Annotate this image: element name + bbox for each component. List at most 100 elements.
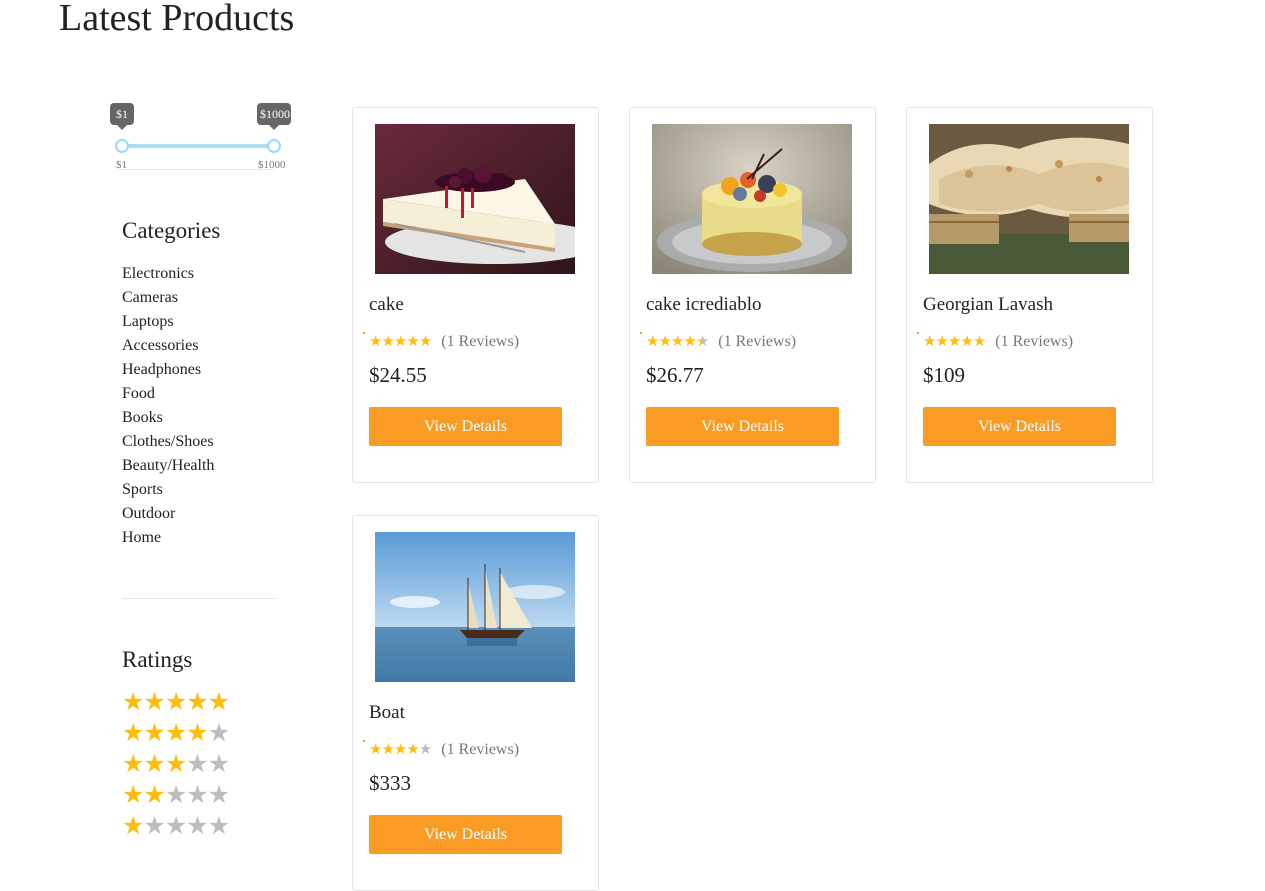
product-card: Georgian Lavash ★★★★★ (1 Reviews) $109 V…	[906, 107, 1153, 483]
category-item-beauty-health[interactable]: Beauty/Health	[122, 454, 214, 478]
product-card: cake ★★★★★ (1 Reviews) $24.55 View Detai…	[352, 107, 599, 483]
rating-filter-1[interactable]: ★★★★★	[122, 813, 230, 844]
ratings-heading: Ratings	[122, 647, 193, 672]
cheesecake-photo[interactable]	[375, 124, 575, 274]
category-item-books[interactable]: Books	[122, 406, 214, 430]
max-price-handle[interactable]	[267, 139, 281, 153]
star-filled-icon: ★	[186, 720, 208, 747]
product-name[interactable]: cake icrediablo	[646, 294, 762, 316]
star-filled-icon: ★	[381, 334, 394, 350]
view-details-button[interactable]: View Details	[646, 407, 839, 446]
star-filled-icon: ★	[207, 689, 230, 716]
product-rating: ★★★★★ (1 Reviews)	[917, 332, 1074, 351]
star-filled-icon: ★	[646, 334, 659, 350]
star-filled-icon: ★	[122, 720, 144, 747]
lavash-bread-photo[interactable]	[929, 124, 1129, 274]
star-filled-icon: ★	[143, 689, 165, 716]
star-half-icon: ★	[695, 334, 709, 350]
fruit-cake-photo[interactable]	[652, 124, 852, 274]
product-rating: ★★★★★ (1 Reviews)	[363, 740, 520, 759]
star-filled-icon: ★	[658, 334, 671, 350]
star-filled-icon: ★	[143, 782, 165, 809]
star-filled-icon: ★	[406, 334, 419, 350]
rating-marker	[363, 332, 365, 334]
rating-stars: ★★★★★	[646, 334, 709, 350]
view-details-button[interactable]: View Details	[369, 407, 562, 446]
star-empty-icon: ★	[186, 782, 208, 809]
star-filled-icon: ★	[143, 720, 165, 747]
star-filled-icon: ★	[393, 742, 407, 758]
star-filled-icon: ★	[923, 334, 936, 350]
slider-track[interactable]	[120, 144, 275, 148]
category-item-accessories[interactable]: Accessories	[122, 334, 214, 358]
rating-filter-list: ★★★★★ ★★★★★ ★★★★★ ★★★★★ ★★★★★	[122, 689, 230, 844]
product-price: $333	[369, 771, 411, 795]
rating-filter-5[interactable]: ★★★★★	[122, 689, 230, 720]
product-rating: ★★★★★ (1 Reviews)	[640, 332, 797, 351]
product-name[interactable]: Georgian Lavash	[923, 294, 1053, 316]
star-filled-icon: ★	[164, 689, 187, 716]
view-details-button[interactable]: View Details	[369, 815, 562, 854]
rating-stars: ★★★★★	[369, 334, 432, 350]
category-item-clothes-shoes[interactable]: Clothes/Shoes	[122, 430, 214, 454]
rating-stars: ★★★★★	[369, 742, 432, 758]
star-filled-icon: ★	[960, 334, 973, 350]
star-empty-icon: ★	[418, 742, 432, 758]
category-item-food[interactable]: Food	[122, 382, 214, 406]
star-empty-icon: ★	[207, 782, 230, 809]
view-details-button[interactable]: View Details	[923, 407, 1116, 446]
star-empty-icon: ★	[164, 813, 187, 840]
rating-filter-4[interactable]: ★★★★★	[122, 720, 230, 751]
review-count: (1 Reviews)	[995, 333, 1074, 350]
star-filled-icon: ★	[406, 742, 419, 758]
slider-rail	[120, 169, 275, 170]
star-filled-icon: ★	[369, 742, 382, 758]
min-price-handle[interactable]	[115, 139, 129, 153]
category-item-sports[interactable]: Sports	[122, 478, 214, 502]
review-count: (1 Reviews)	[441, 333, 520, 350]
star-empty-icon: ★	[207, 720, 230, 747]
star-filled-icon: ★	[369, 334, 382, 350]
product-rating: ★★★★★ (1 Reviews)	[363, 332, 520, 351]
price-range-slider[interactable]: $1 $1000 $1 $1000	[110, 103, 292, 173]
product-name[interactable]: Boat	[369, 702, 405, 724]
rating-filter-2[interactable]: ★★★★★	[122, 782, 230, 813]
rating-filter-3[interactable]: ★★★★★	[122, 751, 230, 782]
category-item-outdoor[interactable]: Outdoor	[122, 502, 214, 526]
product-price: $109	[923, 363, 965, 387]
product-card: cake icrediablo ★★★★★ (1 Reviews) $26.77…	[629, 107, 876, 483]
product-card: Boat ★★★★★ (1 Reviews) $333 View Details	[352, 515, 599, 891]
star-empty-icon: ★	[207, 813, 230, 840]
star-filled-icon: ★	[186, 689, 208, 716]
star-filled-icon: ★	[122, 689, 144, 716]
star-filled-icon: ★	[122, 751, 144, 778]
category-item-home[interactable]: Home	[122, 526, 214, 550]
star-filled-icon: ★	[670, 334, 684, 350]
max-price-tooltip: $1000	[257, 103, 291, 130]
product-price: $24.55	[369, 363, 427, 387]
category-list: Electronics Cameras Laptops Accessories …	[122, 262, 214, 550]
star-filled-icon: ★	[164, 720, 187, 747]
star-filled-icon: ★	[164, 751, 187, 778]
category-item-headphones[interactable]: Headphones	[122, 358, 214, 382]
category-item-laptops[interactable]: Laptops	[122, 310, 214, 334]
rating-stars: ★★★★★	[923, 334, 986, 350]
categories-heading: Categories	[122, 218, 221, 243]
review-count: (1 Reviews)	[718, 333, 797, 350]
min-price-mark: $1	[116, 159, 127, 171]
star-empty-icon: ★	[143, 813, 165, 840]
rating-marker	[363, 740, 365, 742]
star-filled-icon: ★	[122, 813, 144, 840]
rating-marker	[917, 332, 919, 334]
star-filled-icon: ★	[122, 782, 144, 809]
star-filled-icon: ★	[947, 334, 961, 350]
sailing-ship-photo[interactable]	[375, 532, 575, 682]
category-item-cameras[interactable]: Cameras	[122, 286, 214, 310]
category-item-electronics[interactable]: Electronics	[122, 262, 214, 286]
review-count: (1 Reviews)	[441, 741, 520, 758]
star-empty-icon: ★	[207, 751, 230, 778]
star-filled-icon: ★	[418, 334, 432, 350]
product-name[interactable]: cake	[369, 294, 404, 316]
max-price-mark: $1000	[258, 159, 286, 171]
sidebar-divider	[122, 598, 275, 599]
